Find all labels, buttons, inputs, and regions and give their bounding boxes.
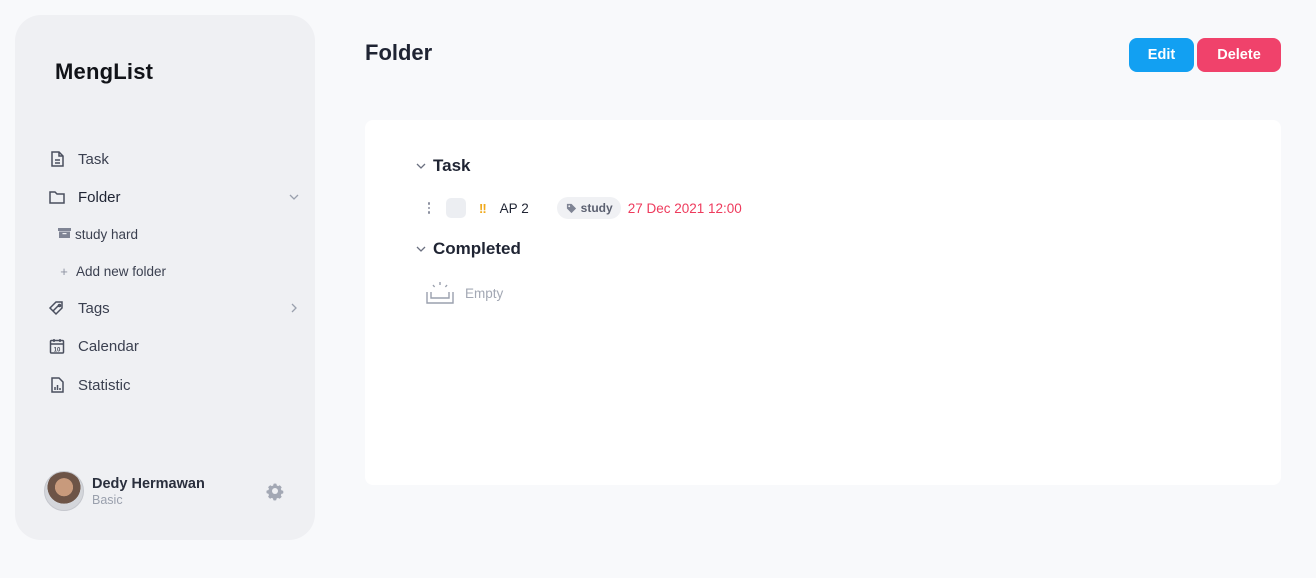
priority-indicator: !! (479, 200, 487, 216)
profile-name: Dedy Hermawan (92, 475, 205, 492)
section-title: Completed (433, 239, 521, 258)
folder-item-study-hard[interactable]: study hard (58, 224, 138, 244)
task-due-date: 27 Dec 2021 12:00 (627, 200, 742, 216)
tag-icon (48, 299, 66, 317)
task-checkbox[interactable] (446, 198, 466, 218)
empty-box-icon (426, 282, 454, 304)
chevron-down-icon (416, 163, 426, 169)
sidebar-item-tags[interactable]: Tags (48, 296, 300, 320)
page-title: Folder (365, 40, 433, 65)
calendar-icon: 10 (48, 337, 66, 355)
profile-plan: Basic (92, 492, 123, 507)
document-icon (48, 150, 66, 168)
chevron-down-icon (289, 194, 299, 200)
task-title[interactable]: AP 2 (500, 201, 546, 216)
section-completed-header[interactable]: Completed (415, 239, 521, 259)
sidebar-item-folder[interactable]: Folder (48, 185, 300, 209)
add-folder-button[interactable]: + Add new folder (58, 261, 166, 281)
delete-button[interactable]: Delete (1197, 38, 1281, 72)
chevron-down-icon (416, 246, 426, 252)
tag-label: study (580, 201, 613, 215)
empty-label: Empty (465, 285, 504, 301)
empty-state: Empty (425, 280, 503, 306)
sidebar-item-label: Calendar (78, 337, 139, 355)
section-task-header[interactable]: Task (415, 156, 471, 176)
tag-icon (566, 203, 576, 213)
section-title: Task (433, 156, 471, 175)
sidebar-item-label: Statistic (78, 376, 131, 394)
sidebar-item-calendar[interactable]: 10 Calendar (48, 334, 139, 358)
folder-icon (48, 188, 66, 206)
avatar (44, 471, 84, 511)
task-row[interactable]: !! AP 2 study 27 Dec 2021 12:00 (425, 197, 742, 219)
folder-content-card: Task !! AP 2 study 27 Dec 2021 12:00 Com… (365, 120, 1281, 485)
sidebar-item-label: Folder (78, 188, 121, 206)
sidebar-item-label: Tags (78, 299, 110, 317)
sidebar: MengList Task Folder study hard + Add ne… (15, 15, 315, 540)
drag-handle-icon[interactable] (425, 200, 433, 216)
add-folder-label: Add new folder (76, 263, 167, 279)
sidebar-item-statistic[interactable]: Statistic (48, 373, 131, 397)
edit-button[interactable]: Edit (1129, 38, 1194, 72)
folder-item-label: study hard (75, 226, 139, 242)
sidebar-item-label: Task (78, 150, 109, 168)
chevron-right-icon (291, 303, 297, 313)
statistic-icon (48, 376, 66, 394)
sidebar-item-task[interactable]: Task (48, 147, 109, 171)
archive-icon (58, 227, 71, 242)
gear-icon[interactable] (265, 481, 285, 501)
svg-text:10: 10 (54, 348, 61, 354)
app-logo: MengList (55, 59, 154, 84)
user-profile[interactable]: Dedy Hermawan Basic (44, 471, 205, 511)
task-tag[interactable]: study (556, 197, 621, 219)
plus-icon: + (60, 263, 68, 279)
